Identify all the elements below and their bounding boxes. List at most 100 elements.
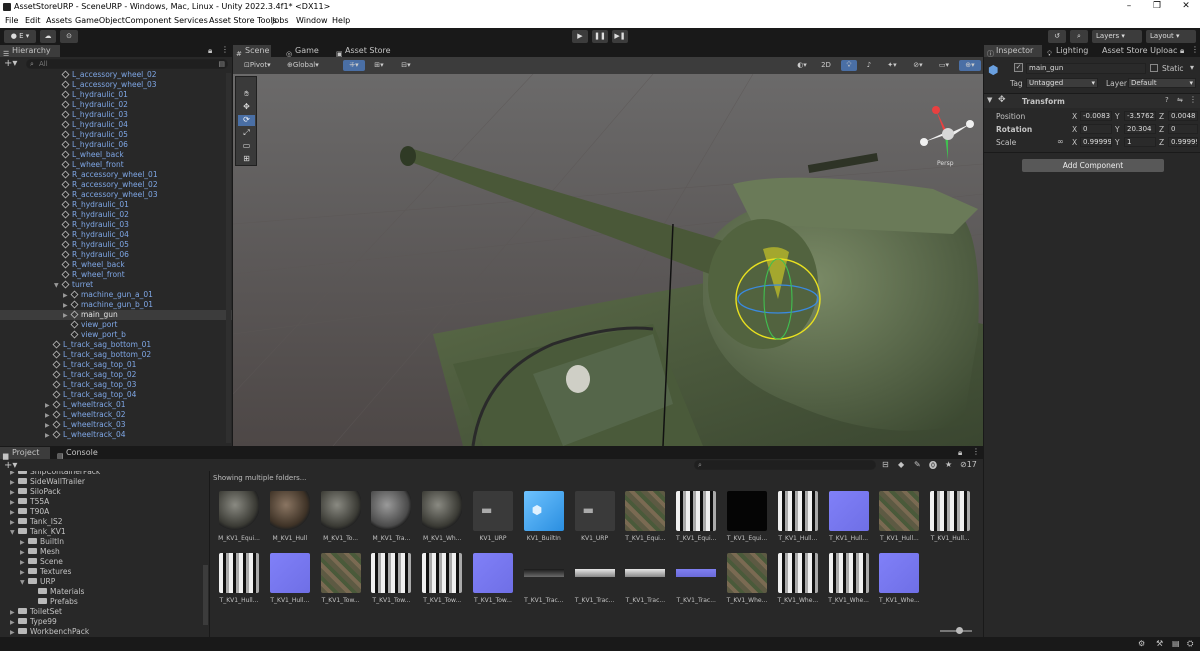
folder-row[interactable]: ▶ Scene: [0, 557, 205, 567]
asset-item[interactable]: T_KV1_Equi...: [724, 491, 770, 551]
asset-item[interactable]: T_KV1_Hull...: [876, 491, 922, 551]
close-button[interactable]: ✕: [1172, 1, 1200, 11]
hierarchy-row[interactable]: ▶ L_wheeltrack_03: [0, 420, 232, 430]
more-options-icon[interactable]: ⋮: [972, 447, 980, 456]
menu-help[interactable]: Help: [332, 16, 350, 25]
hierarchy-scrollbar[interactable]: [226, 73, 231, 443]
hierarchy-row[interactable]: ▼ turret: [0, 280, 232, 290]
scale-x-field[interactable]: 0.99999: [1080, 137, 1112, 147]
menu-assets[interactable]: Assets: [46, 16, 72, 25]
add-component-button[interactable]: Add Component: [1022, 159, 1164, 172]
gizmos-icon[interactable]: ⊕▾: [959, 60, 981, 71]
asset-item[interactable]: M_KV1_Wh...: [419, 491, 465, 551]
effects-icon[interactable]: ✦▾: [881, 60, 903, 71]
asset-item[interactable]: T_KV1_Hull...: [216, 553, 262, 613]
global-dropdown[interactable]: ⊕Global▾: [285, 60, 331, 71]
tab-asset-store[interactable]: ▣ Asset Store: [333, 45, 395, 58]
asset-item[interactable]: T_KV1_Equi...: [622, 491, 668, 551]
tab-lighting[interactable]: 💡︎ Lighting: [1044, 45, 1096, 58]
asset-item[interactable]: T_KV1_Tow...: [470, 553, 516, 613]
debug-icon[interactable]: ⚒: [1156, 639, 1163, 648]
hierarchy-row[interactable]: L_hydraulic_05: [0, 130, 232, 140]
menu-edit[interactable]: Edit: [25, 16, 41, 25]
asset-item[interactable]: T_KV1_Trac...: [572, 553, 618, 613]
hierarchy-row[interactable]: L_hydraulic_04: [0, 120, 232, 130]
search-by-type-icon[interactable]: ⊟: [882, 460, 889, 469]
lock-icon[interactable]: 🔒︎: [958, 448, 962, 458]
folder-row[interactable]: ▶ SiloPack: [0, 487, 205, 497]
hierarchy-row[interactable]: L_track_sag_bottom_01: [0, 340, 232, 350]
hierarchy-row[interactable]: ▶ main_gun: [0, 310, 232, 320]
hierarchy-row[interactable]: view_port_b: [0, 330, 232, 340]
grid-snap-icon[interactable]: ⁜▾: [343, 60, 365, 71]
hierarchy-row[interactable]: R_hydraulic_03: [0, 220, 232, 230]
menu-gameobject[interactable]: GameObject: [75, 16, 125, 25]
notification-icon[interactable]: ⛭: [1187, 639, 1193, 649]
project-search-input[interactable]: ⌕: [694, 460, 876, 470]
folder-row[interactable]: ▶ BuiltIn: [0, 537, 205, 547]
folder-row[interactable]: ▶ Textures: [0, 567, 205, 577]
asset-item[interactable]: T_KV1_Whe...: [876, 553, 922, 613]
hierarchy-row[interactable]: L_hydraulic_01: [0, 90, 232, 100]
asset-item[interactable]: T_KV1_Trac...: [622, 553, 668, 613]
tab-asset-store-uploader[interactable]: Asset Store Uploac: [1090, 45, 1178, 57]
zoom-slider-handle[interactable]: [956, 627, 963, 634]
hierarchy-row[interactable]: R_hydraulic_04: [0, 230, 232, 240]
hierarchy-row[interactable]: R_hydraulic_01: [0, 200, 232, 210]
save-search-icon[interactable]: ✎: [914, 460, 921, 469]
pivot-dropdown[interactable]: ⊡Pivot▾: [242, 60, 282, 71]
collab-icon[interactable]: ⊙: [60, 30, 78, 43]
account-button[interactable]: ● E ▾: [4, 30, 36, 43]
folder-row[interactable]: ▼ Tank_KV1: [0, 527, 205, 537]
folder-row[interactable]: ▶ ToiletSet: [0, 607, 205, 617]
hierarchy-row[interactable]: L_hydraulic_02: [0, 100, 232, 110]
layer-dropdown[interactable]: Default ▾: [1128, 78, 1196, 88]
draw-mode-icon[interactable]: ◐▾: [791, 60, 813, 71]
tab-inspector[interactable]: ⓘ Inspector: [984, 45, 1042, 58]
cache-icon[interactable]: ▤: [1172, 639, 1180, 648]
search-icon[interactable]: ⌕: [1070, 30, 1088, 43]
hierarchy-row[interactable]: R_hydraulic_02: [0, 210, 232, 220]
scale-z-field[interactable]: 0.99999: [1168, 137, 1198, 147]
rotation-z-field[interactable]: 0: [1168, 124, 1198, 134]
hierarchy-row[interactable]: R_wheel_front: [0, 270, 232, 280]
hierarchy-row[interactable]: R_hydraulic_06: [0, 250, 232, 260]
menu-jobs[interactable]: Jobs: [272, 16, 289, 25]
menu-asset-store-tools[interactable]: Asset Store Tools: [209, 16, 277, 25]
tab-scene[interactable]: # Scene: [233, 45, 271, 58]
hierarchy-row[interactable]: L_track_sag_top_04: [0, 390, 232, 400]
rotation-x-field[interactable]: 0: [1080, 124, 1112, 134]
folder-row[interactable]: ▶ Type99: [0, 617, 205, 627]
hierarchy-row[interactable]: ▶ L_wheeltrack_02: [0, 410, 232, 420]
object-name-input[interactable]: main_gun: [1026, 63, 1146, 74]
folder-row[interactable]: ▶ SideWallTrailer: [0, 477, 205, 487]
asset-item[interactable]: T_KV1_Tow...: [419, 553, 465, 613]
rotation-y-field[interactable]: 20.304: [1124, 124, 1156, 134]
layers-dropdown[interactable]: Layers ▾: [1092, 30, 1142, 43]
asset-item[interactable]: T_KV1_Equi...: [673, 491, 719, 551]
hierarchy-row[interactable]: L_track_sag_bottom_02: [0, 350, 232, 360]
hierarchy-row[interactable]: R_hydraulic_05: [0, 240, 232, 250]
more-options-icon[interactable]: ⋮: [1191, 45, 1199, 54]
search-by-label-icon[interactable]: ◆: [898, 460, 904, 469]
asset-item[interactable]: T_KV1_Whe...: [775, 553, 821, 613]
folder-row[interactable]: ▶ T90A: [0, 507, 205, 517]
play-button[interactable]: ▶: [572, 30, 588, 43]
hidden-objects-icon[interactable]: ⊘▾: [907, 60, 929, 71]
cloud-icon[interactable]: ☁: [40, 30, 56, 43]
hierarchy-row[interactable]: L_track_sag_top_02: [0, 370, 232, 380]
folder-row[interactable]: ▶ WorkbenchPack: [0, 627, 205, 637]
rotate-tool-icon[interactable]: ⟳: [238, 115, 255, 126]
asset-item[interactable]: T_KV1_Tow...: [368, 553, 414, 613]
toggle-2d-button[interactable]: 2D: [818, 60, 834, 71]
hierarchy-row[interactable]: L_hydraulic_03: [0, 110, 232, 120]
lock-icon[interactable]: 🔒︎: [1180, 46, 1184, 56]
hierarchy-search-input[interactable]: ⌕ All ▤: [26, 59, 228, 69]
asset-item[interactable]: M_KV1_Equi...: [216, 491, 262, 551]
history-icon[interactable]: ↺: [1048, 30, 1066, 43]
link-icon[interactable]: ∞: [1057, 137, 1064, 146]
folder-row[interactable]: ▶ Tank_IS2: [0, 517, 205, 527]
asset-item[interactable]: M_KV1_Hull: [267, 491, 313, 551]
asset-item[interactable]: M_KV1_Tra...: [368, 491, 414, 551]
hierarchy-row[interactable]: L_accessory_wheel_02: [0, 70, 232, 80]
